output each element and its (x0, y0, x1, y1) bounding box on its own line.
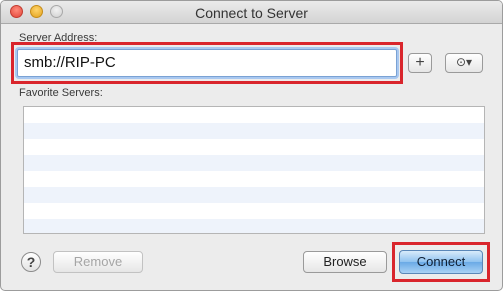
list-item[interactable] (24, 219, 484, 233)
server-address-input[interactable]: smb://RIP-PC (17, 49, 397, 77)
connect-to-server-window: Connect to Server Server Address: smb://… (0, 0, 503, 291)
list-item[interactable] (24, 171, 484, 187)
recent-servers-button[interactable]: ⊙▾ (445, 53, 483, 73)
list-item[interactable] (24, 155, 484, 171)
connect-button[interactable]: Connect (399, 250, 483, 274)
favorite-servers-label: Favorite Servers: (19, 87, 103, 99)
favorite-servers-list[interactable] (23, 106, 485, 234)
recent-servers-icon: ⊙▾ (455, 55, 473, 69)
add-favorite-button[interactable]: + (408, 53, 432, 73)
remove-button[interactable]: Remove (53, 251, 143, 273)
help-button[interactable]: ? (21, 252, 41, 272)
browse-button[interactable]: Browse (303, 251, 387, 273)
title-bar: Connect to Server (1, 1, 502, 24)
list-item[interactable] (24, 107, 484, 123)
list-item[interactable] (24, 187, 484, 203)
window-title: Connect to Server (195, 5, 308, 21)
list-item[interactable] (24, 123, 484, 139)
list-item[interactable] (24, 203, 484, 219)
list-item[interactable] (24, 139, 484, 155)
